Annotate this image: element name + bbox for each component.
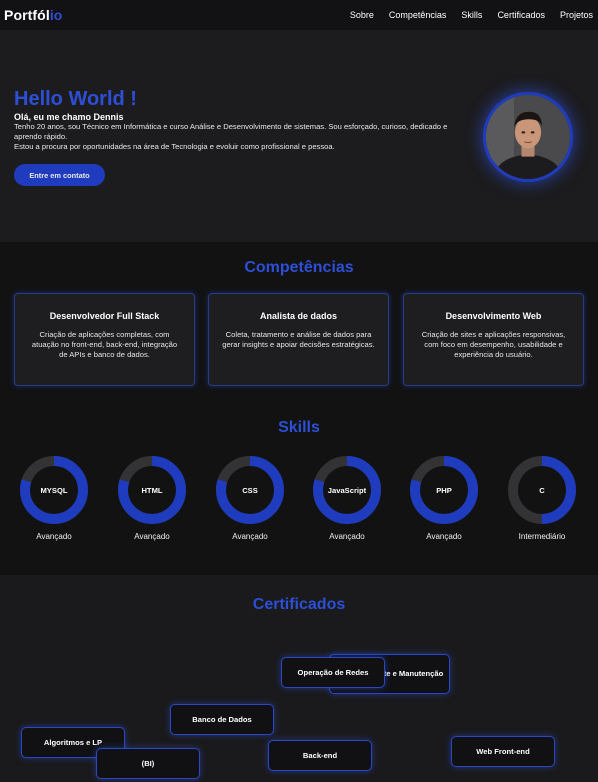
skills-title: Skills [278, 419, 320, 436]
hero-line-1: Tenho 20 anos, sou Técnico em Informátic… [14, 122, 448, 141]
skill-name: MYSQL [40, 485, 68, 495]
skill-name: JavaScript [327, 485, 367, 495]
skill-php: PHP Avançado [408, 454, 480, 554]
cert-web-front-end[interactable]: Web Front-end [451, 736, 555, 767]
card-title: Analista de dados [259, 311, 338, 321]
skill-level: Avançado [329, 532, 365, 541]
profile-photo [483, 92, 573, 182]
card-description: Coleta, tratamento e análise de dados pa… [222, 330, 375, 349]
skill-css: CSS Avançado [214, 454, 286, 554]
nav-link-skills[interactable]: Skills [461, 10, 482, 20]
skill-name: PHP [436, 485, 452, 495]
hero-section: Hello World ! Olá, eu me chamo Dennis Te… [0, 30, 598, 242]
certificados-section: Certificados Suporte e Manutenção Operaç… [0, 575, 598, 782]
card-title: Desenvolvimento Web [445, 311, 542, 321]
competencia-card-fullstack: Desenvolvedor Full Stack Criação de apli… [14, 293, 195, 386]
certificados-title: Certificados [252, 596, 346, 613]
card-description: Criação de sites e aplicações responsiva… [421, 330, 566, 359]
competencias-skills-section: Competências Desenvolvedor Full Stack Cr… [0, 242, 598, 575]
hero-line-2: Estou a procura por oportunidades na áre… [14, 142, 335, 151]
competencia-card-web: Desenvolvimento Web Criação de sites e a… [403, 293, 584, 386]
cert-bi[interactable]: (BI) [96, 748, 200, 779]
nav-link-certificados[interactable]: Certificados [497, 10, 545, 20]
skill-html: HTML Avançado [116, 454, 188, 554]
cert-operacao-redes[interactable]: Operação de Redes [281, 657, 385, 688]
skill-name: C [539, 485, 545, 495]
hero-title: Hello World ! [14, 88, 137, 110]
logo[interactable]: Portfólio [4, 7, 62, 23]
card-description: Criação de aplicações completas, com atu… [31, 330, 178, 359]
profile-photo-image [486, 95, 570, 179]
skill-level: Avançado [426, 532, 462, 541]
nav-link-competencias[interactable]: Competências [389, 10, 447, 20]
skill-javascript: JavaScript Avançado [311, 454, 383, 554]
top-navbar: Portfólio Sobre Competências Skills Cert… [0, 0, 598, 30]
skill-level: Avançado [232, 532, 268, 541]
skill-mysql: MYSQL Avançado [18, 454, 90, 554]
competencias-title: Competências [244, 259, 354, 276]
skill-level: Intermediário [518, 532, 566, 541]
nav-links: Sobre Competências Skills Certificados P… [335, 10, 593, 20]
competencia-card-dados: Analista de dados Coleta, tratamento e a… [208, 293, 389, 386]
cert-banco-dados[interactable]: Banco de Dados [170, 704, 274, 735]
skill-level: Avançado [36, 532, 72, 541]
skill-c: C Intermediário [506, 454, 578, 554]
nav-link-sobre[interactable]: Sobre [350, 10, 374, 20]
cert-back-end[interactable]: Back-end [268, 740, 372, 771]
skill-name: CSS [242, 485, 258, 495]
skill-name: HTML [141, 485, 163, 495]
hero-description: Tenho 20 anos, sou Técnico em Informátic… [14, 122, 466, 152]
nav-link-projetos[interactable]: Projetos [560, 10, 593, 20]
skill-level: Avançado [134, 532, 170, 541]
logo-main: Portfól [4, 7, 50, 23]
contact-button[interactable]: Entre em contato [14, 164, 105, 186]
card-title: Desenvolvedor Full Stack [49, 311, 160, 321]
hero-subtitle: Olá, eu me chamo Dennis [14, 112, 124, 122]
logo-accent: io [49, 7, 63, 23]
